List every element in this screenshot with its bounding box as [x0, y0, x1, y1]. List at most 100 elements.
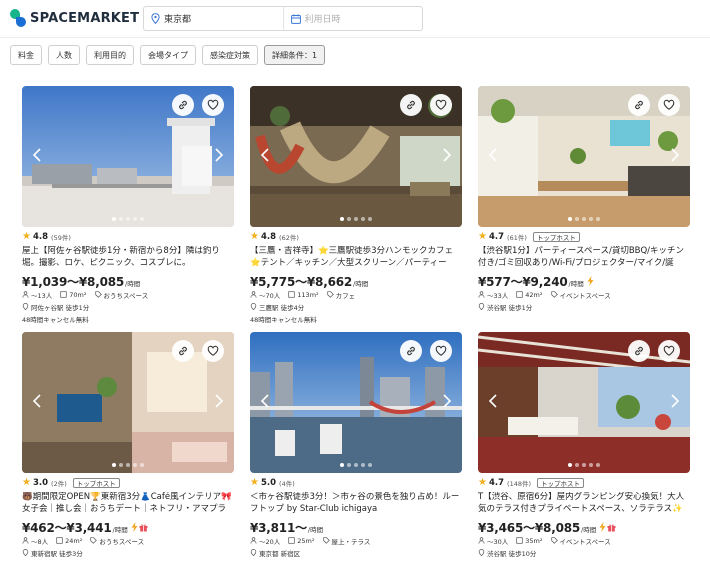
- area: 42m²: [516, 291, 543, 299]
- chevron-left-icon[interactable]: [260, 393, 270, 409]
- price-unit: /時間: [353, 280, 369, 288]
- chevron-left-icon[interactable]: [488, 147, 498, 163]
- listing-title[interactable]: 【三鷹・吉祥寺】⭐三鷹駅徒歩3分ハンモックカフェ⭐テント／キッチン／大型スクリー…: [250, 246, 462, 269]
- price-range: ¥3,811〜: [250, 521, 307, 535]
- chevron-right-icon[interactable]: [442, 393, 452, 409]
- listing-title[interactable]: 屋上【阿佐ヶ谷駅徒歩1分・新宿から8分】隣は釣り堀。撮影、ロケ、ピクニック、コス…: [22, 246, 234, 269]
- filter-price-button[interactable]: 料金: [10, 45, 42, 65]
- listing-photo[interactable]: [478, 332, 690, 473]
- copy-link-button[interactable]: [400, 340, 422, 362]
- listing-card[interactable]: ★ 4.7 (61件) トップホスト 【渋谷駅1分】パーティースペース/貸切BB…: [478, 86, 690, 312]
- price-row: ¥3,465〜¥8,085 /時間: [478, 519, 690, 535]
- listing-title[interactable]: ＜市ヶ谷駅徒歩3分！＞市ヶ谷の景色を独り占め！ルーフトップ by Star-Cl…: [250, 492, 462, 515]
- heart-icon: [435, 345, 447, 356]
- capacity-value: 〜33人: [487, 291, 509, 300]
- listing-photo[interactable]: [22, 332, 234, 473]
- space-tag: イベントスペース: [550, 536, 611, 546]
- space-tag: カフェ: [326, 290, 355, 300]
- favorite-button[interactable]: [658, 340, 680, 362]
- chevron-right-icon[interactable]: [214, 147, 224, 163]
- station-row: 渋谷駅 徒歩10分: [478, 548, 690, 558]
- listing-card[interactable]: ★ 4.8 (62件) 【三鷹・吉祥寺】⭐三鷹駅徒歩3分ハンモックカフェ⭐テント…: [250, 86, 462, 324]
- chevron-right-icon[interactable]: [670, 147, 680, 163]
- copy-link-button[interactable]: [172, 94, 194, 116]
- tag-value: おうちスペース: [103, 291, 149, 300]
- listing-title[interactable]: 🐻期間限定OPEN🏆東新宿3分👗Café風インテリア🎀女子会｜推し会｜おうちデー…: [22, 492, 234, 515]
- area: 24m²: [56, 537, 82, 545]
- price-row: ¥462〜¥3,441 /時間: [22, 519, 234, 535]
- heart-icon: [663, 99, 675, 110]
- capacity-value: 〜20人: [259, 537, 281, 546]
- favorite-button[interactable]: [430, 340, 452, 362]
- favorite-button[interactable]: [658, 94, 680, 116]
- chevron-right-icon[interactable]: [214, 393, 224, 409]
- capacity: 〜70人: [250, 290, 280, 300]
- photo-pagination: [22, 463, 234, 467]
- filter-details-button[interactable]: 詳細条件：1: [264, 45, 326, 65]
- chevron-left-icon[interactable]: [32, 147, 42, 163]
- favorite-button[interactable]: [202, 340, 224, 362]
- listing-card[interactable]: ★ 4.7 (148件) トップホスト T【渋谷、原宿6分】屋内グランピング安心…: [478, 332, 690, 558]
- location-pin-icon: [151, 13, 160, 24]
- rating-row: ★ 4.8 (62件): [250, 231, 462, 243]
- copy-link-button[interactable]: [172, 340, 194, 362]
- filter-venue-type-button[interactable]: 会場タイプ: [140, 45, 196, 65]
- filter-purpose-button[interactable]: 利用目的: [86, 45, 134, 65]
- review-count: (59件): [51, 234, 71, 242]
- person-icon: [478, 537, 485, 544]
- listing-photo[interactable]: [250, 86, 462, 227]
- logo-text: SPACEMARKET: [30, 10, 140, 26]
- photo-pagination: [478, 217, 690, 221]
- filter-infection-control-button[interactable]: 感染症対策: [202, 45, 258, 65]
- copy-link-button[interactable]: [628, 94, 650, 116]
- chevron-left-icon[interactable]: [32, 393, 42, 409]
- heart-icon: [435, 99, 447, 110]
- station-value: 阿佐ヶ谷駅 徒歩1分: [31, 303, 90, 312]
- price-range: ¥462〜¥3,441: [22, 521, 112, 535]
- filter-bar: 料金 人数 利用目的 会場タイプ 感染症対策 詳細条件：1: [10, 45, 326, 65]
- star-icon: ★: [250, 477, 259, 488]
- review-count: (62件): [279, 234, 299, 242]
- listing-photo[interactable]: [478, 86, 690, 227]
- favorite-button[interactable]: [202, 94, 224, 116]
- tag-icon: [90, 537, 98, 544]
- photo-pagination: [250, 217, 462, 221]
- station-row: 渋谷駅 徒歩1分: [478, 302, 690, 312]
- favorite-button[interactable]: [430, 94, 452, 116]
- chevron-left-icon[interactable]: [260, 147, 270, 163]
- price-range: ¥1,039〜¥8,085: [22, 275, 125, 289]
- search-location-field[interactable]: 東京都: [144, 7, 283, 30]
- listing-title[interactable]: T【渋谷、原宿6分】屋内グランピング安心換気！大人気のテラス付きプライベートスペ…: [478, 492, 690, 515]
- capacity: 〜20人: [250, 536, 280, 546]
- copy-link-button[interactable]: [628, 340, 650, 362]
- tag-icon: [94, 291, 102, 298]
- price-unit: /時間: [568, 280, 584, 288]
- details-row: 〜70人 113m² カフェ: [250, 290, 462, 300]
- tag-icon: [550, 291, 558, 298]
- station-row: 阿佐ヶ谷駅 徒歩1分: [22, 302, 234, 312]
- filter-people-button[interactable]: 人数: [48, 45, 80, 65]
- listing-card[interactable]: ★ 4.8 (59件) 屋上【阿佐ヶ谷駅徒歩1分・新宿から8分】隣は釣り堀。撮影…: [22, 86, 234, 324]
- listing-photo[interactable]: [22, 86, 234, 227]
- review-count: (2件): [51, 480, 67, 488]
- listing-card[interactable]: ★ 3.0 (2件) トップホスト 🐻期間限定OPEN🏆東新宿3分👗Café風イ…: [22, 332, 234, 558]
- search-date-field[interactable]: 利用日時: [282, 7, 423, 30]
- listing-photo[interactable]: [250, 332, 462, 473]
- listing-card[interactable]: ★ 5.0 (4件) ＜市ヶ谷駅徒歩3分！＞市ヶ谷の景色を独り占め！ルーフトップ…: [250, 332, 462, 558]
- copy-link-button[interactable]: [400, 94, 422, 116]
- chevron-left-icon[interactable]: [488, 393, 498, 409]
- station-pin-icon: [478, 303, 485, 310]
- heart-icon: [207, 99, 219, 110]
- listing-title[interactable]: 【渋谷駅1分】パーティースペース/貸切BBQ/キッチン付き/ゴミ回収あり/Wi-…: [478, 246, 690, 269]
- station-pin-icon: [250, 549, 257, 556]
- review-count: (4件): [279, 480, 295, 488]
- details-row: 〜33人 42m² イベントスペース: [478, 290, 690, 300]
- search-bar[interactable]: 東京都 利用日時: [143, 6, 423, 31]
- rating-value: 4.8: [32, 232, 49, 242]
- spacemarket-logo[interactable]: SPACEMARKET: [10, 8, 139, 28]
- link-icon: [179, 346, 187, 356]
- tag-value: おうちスペース: [99, 537, 145, 546]
- chevron-right-icon[interactable]: [442, 147, 452, 163]
- chevron-right-icon[interactable]: [670, 393, 680, 409]
- capacity-value: 〜30人: [487, 537, 509, 546]
